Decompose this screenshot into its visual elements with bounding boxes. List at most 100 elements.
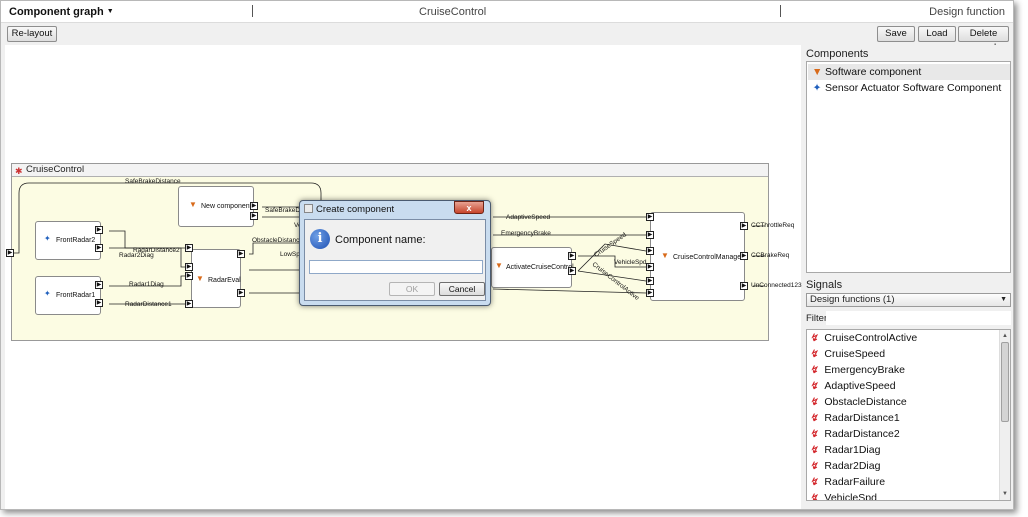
view-title[interactable]: Component graph: [9, 6, 104, 18]
signal-item[interactable]: ↯ RadarFailure: [808, 474, 885, 490]
output-port[interactable]: ▶: [95, 299, 103, 307]
software-component-icon: ▼: [812, 66, 823, 78]
node-activate-cruise-control[interactable]: ▼ ActivateCruiseControl: [491, 247, 574, 288]
create-component-dialog: Create component x i Component name: OK …: [299, 200, 491, 306]
wire-label-radar1-diag: Radar1Diag: [129, 281, 164, 288]
view-selector[interactable]: Component graph ▼: [9, 6, 114, 18]
wire-label-cc-brake-req: CCBrakeReq: [751, 252, 790, 259]
signals-scrollbar[interactable]: ▲ ▼: [999, 330, 1010, 500]
node-label: ActivateCruiseControl: [506, 264, 574, 271]
signal-item[interactable]: ↯ CruiseSpeed: [808, 346, 886, 362]
signal-bolt-icon: ↯: [808, 365, 821, 376]
node-cruise-control-manager[interactable]: ▼ CruiseControlManager: [650, 212, 745, 301]
signal-item[interactable]: ↯ Radar2Diag: [808, 458, 880, 474]
signal-item[interactable]: ↯ VehicleSpd: [808, 490, 877, 501]
wire-label-cc-throttle-req: CCThrottleReq: [751, 222, 795, 229]
delete-saved-button[interactable]: Delete saved: [958, 26, 1009, 53]
output-port[interactable]: ▶: [95, 244, 103, 252]
dialog-body: i Component name: OK Cancel: [304, 219, 486, 301]
signal-item[interactable]: ↯ ObstacleDistance: [808, 394, 907, 410]
app-window: Component graph ▼ CruiseControl Design fu…: [0, 0, 1014, 510]
node-front-radar1[interactable]: ✦ FrontRadar1: [35, 276, 101, 315]
signal-bolt-icon: ↯: [808, 349, 821, 360]
component-name-input[interactable]: [309, 260, 483, 274]
ok-button[interactable]: OK: [389, 282, 435, 296]
input-port[interactable]: ▶: [646, 231, 654, 239]
input-port[interactable]: ▶: [646, 277, 654, 285]
output-port[interactable]: ▶: [568, 267, 576, 275]
load-button[interactable]: Load: [918, 26, 956, 42]
dialog-prompt: Component name:: [335, 234, 426, 246]
output-port[interactable]: ▶: [237, 289, 245, 297]
component-item-label: Sensor Actuator Software Component: [825, 82, 1002, 94]
output-port[interactable]: ▶: [740, 282, 748, 290]
chevron-down-icon[interactable]: ▼: [107, 8, 114, 15]
input-port[interactable]: ▶: [185, 263, 193, 271]
relayout-button[interactable]: Re-layout: [7, 26, 57, 42]
output-port[interactable]: ▶: [250, 212, 258, 220]
signal-label: AdaptiveSpeed: [824, 380, 896, 392]
output-port[interactable]: ▶: [740, 252, 748, 260]
wire-label-adaptive-speed: AdaptiveSpeed: [506, 214, 551, 221]
input-port[interactable]: ▶: [185, 244, 193, 252]
sensor-actuator-icon: ✦: [812, 82, 822, 94]
document-title: CruiseControl: [419, 6, 487, 18]
signal-bolt-icon: ↯: [808, 397, 821, 408]
cancel-button[interactable]: Cancel: [439, 282, 485, 296]
signal-item[interactable]: ↯ RadarDistance2: [808, 426, 899, 442]
signals-filter-dropdown[interactable]: Design functions (1) ▼: [806, 293, 1011, 307]
wire-label-emergency-brake: EmergencyBrake: [501, 230, 551, 237]
node-new-component[interactable]: ▼ New component: [178, 186, 254, 227]
signal-item[interactable]: ↯ EmergencyBrake: [808, 362, 905, 378]
scroll-down-icon[interactable]: ▼: [1000, 489, 1010, 499]
signal-label: CruiseSpeed: [824, 348, 886, 360]
signal-item[interactable]: ↯ RadarDistance1: [808, 410, 900, 426]
output-port[interactable]: ▶: [740, 222, 748, 230]
signal-bolt-icon: ↯: [808, 461, 821, 472]
signals-list[interactable]: ↯ CruiseControlActive ↯ CruiseSpeed ↯ Emerg…: [806, 329, 1011, 501]
input-port[interactable]: ▶: [646, 263, 654, 271]
container-input-port[interactable]: ▶: [6, 249, 14, 257]
signal-bolt-icon: ↯: [808, 493, 821, 501]
input-port[interactable]: ▶: [185, 300, 193, 308]
component-item-sensor-actuator[interactable]: ✦ Sensor Actuator Software Component: [808, 80, 1010, 96]
software-component-icon: ▼: [196, 274, 204, 283]
input-port[interactable]: ▶: [646, 247, 654, 255]
scroll-thumb[interactable]: [1001, 342, 1009, 422]
node-label: FrontRadar2: [56, 237, 96, 244]
software-component-icon: ▼: [189, 200, 197, 209]
chevron-down-icon[interactable]: ▼: [1000, 294, 1007, 306]
node-radar-eval[interactable]: ▼ RadarEval: [191, 249, 241, 308]
signal-item[interactable]: ↯ AdaptiveSpeed: [808, 378, 896, 394]
signal-item[interactable]: ↯ CruiseControlActive: [808, 330, 917, 346]
node-label: CruiseControlManager: [673, 254, 744, 261]
node-front-radar2[interactable]: ✦ FrontRadar2: [35, 221, 101, 260]
signal-label: ObstacleDistance: [824, 396, 907, 408]
node-label: FrontRadar1: [56, 292, 96, 299]
signal-bolt-icon: ↯: [808, 477, 821, 488]
signal-label: RadarDistance1: [824, 412, 900, 424]
scroll-up-icon[interactable]: ▲: [1000, 331, 1010, 341]
output-port[interactable]: ▶: [568, 252, 576, 260]
view-header: Component graph ▼ CruiseControl Design fu…: [1, 1, 1013, 23]
components-list[interactable]: ▼ Software component ✦ Sensor Actuator Sof…: [806, 61, 1011, 273]
output-port[interactable]: ▶: [95, 226, 103, 234]
output-port[interactable]: ▶: [250, 202, 258, 210]
signal-item[interactable]: ↯ Radar1Diag: [808, 442, 880, 458]
input-port[interactable]: ▶: [646, 213, 654, 221]
output-port[interactable]: ▶: [95, 281, 103, 289]
signal-bolt-icon: ↯: [808, 333, 821, 344]
filter-input[interactable]: [826, 311, 1011, 325]
node-label: New component: [201, 203, 252, 210]
input-port[interactable]: ▶: [185, 272, 193, 280]
signal-label: EmergencyBrake: [824, 364, 905, 376]
window-icon: [304, 204, 313, 213]
save-button[interactable]: Save: [877, 26, 915, 42]
mode-label[interactable]: Design function: [929, 6, 1005, 18]
components-title: Components: [806, 48, 869, 60]
close-button[interactable]: x: [454, 201, 484, 214]
input-port[interactable]: ▶: [646, 289, 654, 297]
software-component-icon: ▼: [495, 261, 503, 270]
component-item-software[interactable]: ▼ Software component: [808, 64, 1010, 80]
output-port[interactable]: ▶: [237, 250, 245, 258]
